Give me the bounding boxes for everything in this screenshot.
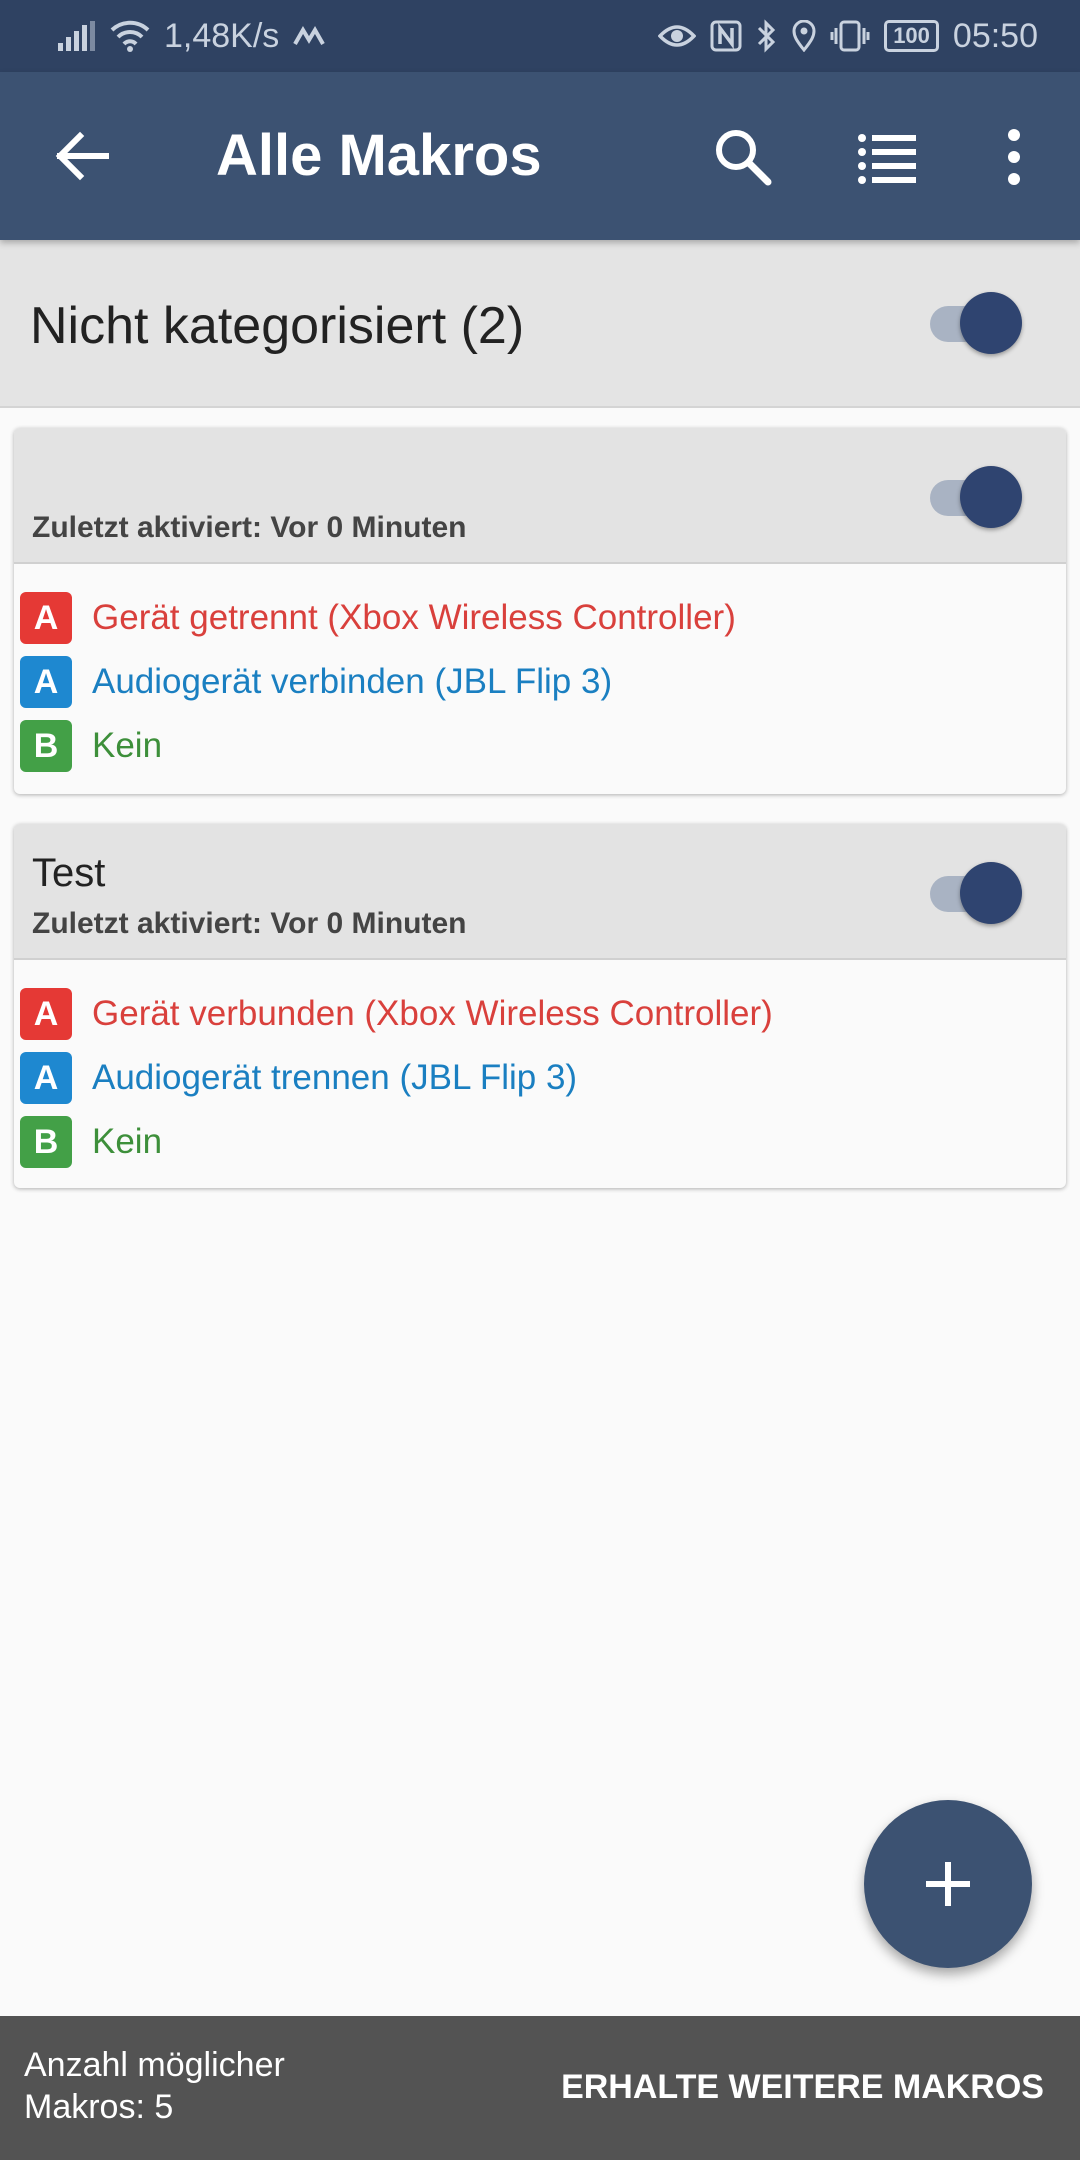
trigger-text: Gerät getrennt (Xbox Wireless Controller… — [92, 598, 736, 637]
action-text: Audiogerät trennen (JBL Flip 3) — [92, 1058, 578, 1097]
more-vert-icon — [1008, 129, 1020, 185]
category-toggle[interactable] — [924, 290, 1024, 354]
action-text: Audiogerät verbinden (JBL Flip 3) — [92, 662, 613, 701]
trigger-row: A Gerät verbunden (Xbox Wireless Control… — [20, 982, 1066, 1046]
trigger-row: A Gerät getrennt (Xbox Wireless Controll… — [20, 586, 1066, 650]
macro-count-label: Anzahl möglicher Makros: 5 — [24, 2044, 444, 2128]
back-button[interactable] — [50, 124, 114, 188]
constraint-row: B Kein — [20, 1110, 1066, 1174]
category-header[interactable]: Nicht kategorisiert (2) — [0, 240, 1080, 408]
page-title: Alle Makros — [216, 123, 542, 188]
eye-icon — [658, 25, 697, 47]
macro-toggle[interactable] — [924, 860, 1024, 924]
macro-card-body: A Gerät verbunden (Xbox Wireless Control… — [14, 960, 1066, 1180]
trigger-badge: A — [20, 592, 72, 644]
macro-card-header[interactable]: Test Zuletzt aktiviert: Vor 0 Minuten — [14, 824, 1066, 960]
bottom-bar: Anzahl möglicher Makros: 5 ERHALTE WEITE… — [0, 2016, 1080, 2160]
action-row: A Audiogerät trennen (JBL Flip 3) — [20, 1046, 1066, 1110]
action-badge: A — [20, 1052, 72, 1104]
nfc-icon — [710, 20, 742, 52]
app-bar: Alle Makros — [0, 72, 1080, 240]
back-arrow-icon — [55, 131, 109, 181]
toggle-thumb — [960, 466, 1022, 528]
trigger-badge: A — [20, 988, 72, 1040]
constraint-badge: B — [20, 720, 72, 772]
bluetooth-icon — [758, 19, 776, 53]
plus-icon — [926, 1862, 970, 1906]
macro-card-header[interactable]: Zuletzt aktiviert: Vor 0 Minuten — [14, 428, 1066, 564]
overflow-menu-button[interactable] — [1000, 126, 1028, 188]
action-badge: A — [20, 656, 72, 708]
macro-card[interactable]: Zuletzt aktiviert: Vor 0 Minuten A Gerät… — [14, 428, 1066, 794]
toggle-thumb — [960, 862, 1022, 924]
macro-last-activated: Zuletzt aktiviert: Vor 0 Minuten — [32, 907, 467, 940]
search-icon — [716, 130, 772, 186]
constraint-text: Kein — [92, 1122, 163, 1161]
macro-card[interactable]: Test Zuletzt aktiviert: Vor 0 Minuten A … — [14, 824, 1066, 1188]
network-speed: 1,48K/s — [164, 16, 280, 55]
battery-indicator: 100 — [884, 20, 939, 52]
macro-count-line2: Makros: 5 — [24, 2088, 174, 2126]
status-bar: 1,48K/s 100 05:50 — [0, 0, 1080, 72]
status-time: 05:50 — [952, 16, 1038, 55]
macro-last-activated: Zuletzt aktiviert: Vor 0 Minuten — [32, 511, 467, 544]
toggle-thumb — [960, 292, 1022, 354]
signal-icon — [58, 21, 95, 51]
notification-icon — [293, 26, 326, 45]
category-title: Nicht kategorisiert (2) — [30, 297, 525, 355]
constraint-row: B Kein — [20, 714, 1066, 778]
trigger-text: Gerät verbunden (Xbox Wireless Controlle… — [92, 994, 773, 1033]
add-macro-button[interactable] — [864, 1800, 1032, 1968]
vibrate-icon — [830, 20, 870, 52]
category-list-button[interactable] — [856, 126, 918, 188]
macro-toggle[interactable] — [924, 464, 1024, 528]
wifi-icon — [110, 20, 150, 52]
search-button[interactable] — [712, 126, 774, 188]
action-row: A Audiogerät verbinden (JBL Flip 3) — [20, 650, 1066, 714]
list-icon — [858, 134, 916, 184]
macro-name: Test — [32, 851, 106, 895]
macro-card-body: A Gerät getrennt (Xbox Wireless Controll… — [14, 564, 1066, 784]
constraint-badge: B — [20, 1116, 72, 1168]
constraint-text: Kein — [92, 726, 163, 765]
get-more-macros-button[interactable]: ERHALTE WEITERE MAKROS — [561, 2066, 1044, 2108]
macro-count-line1: Anzahl möglicher — [24, 2046, 285, 2084]
location-icon — [792, 20, 816, 52]
